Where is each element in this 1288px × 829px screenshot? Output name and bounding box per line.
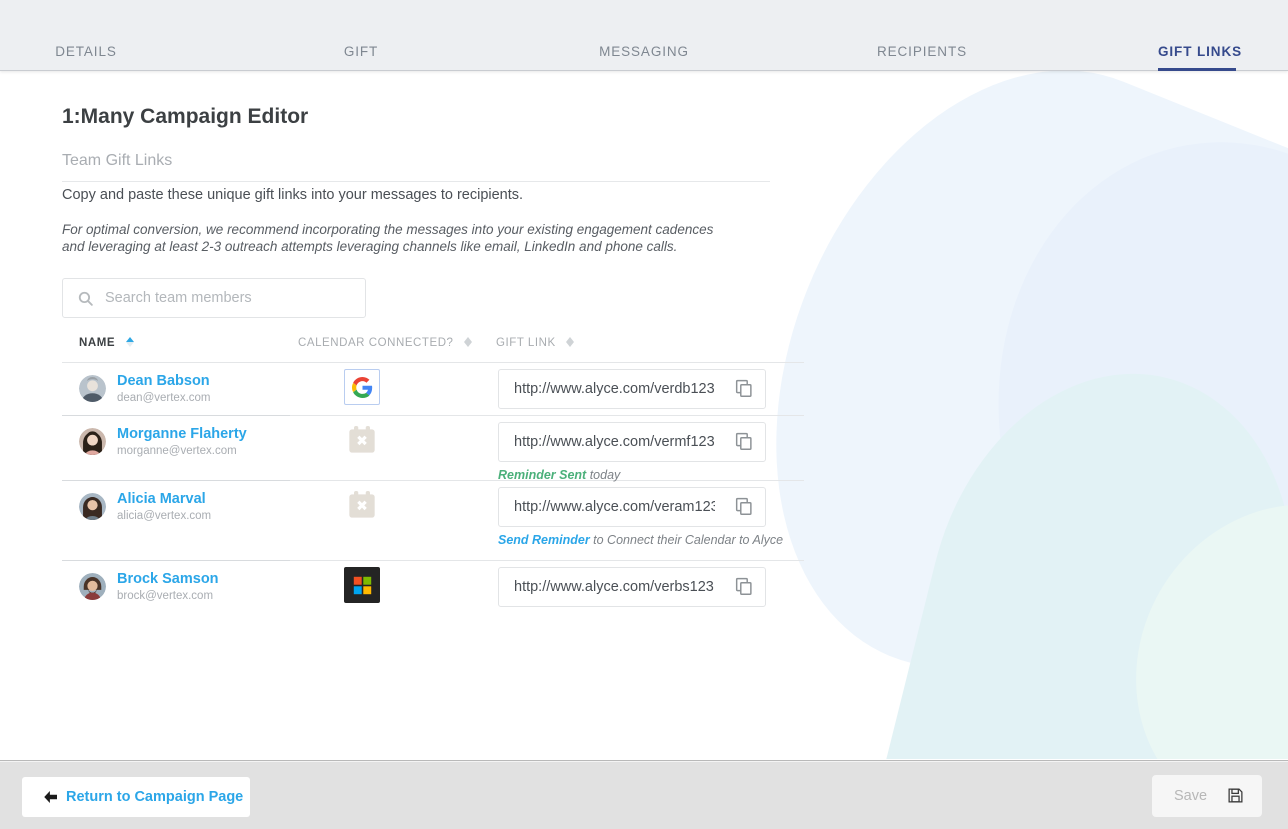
table-row: Dean Babson dean@vertex.com [62, 363, 804, 416]
tab-gift[interactable]: GIFT [305, 33, 417, 71]
campaign-editor-tabs: DETAILS GIFT MESSAGING RECIPIENTS GIFT L… [0, 0, 1288, 71]
tab-messaging[interactable]: MESSAGING [586, 33, 702, 71]
gift-link-input[interactable] [512, 568, 717, 606]
save-button[interactable]: Save [1152, 775, 1262, 817]
section-title: Team Gift Links [62, 152, 770, 182]
save-button-label: Save [1174, 788, 1208, 804]
page-title: 1:Many Campaign Editor [62, 105, 309, 128]
copy-link-icon[interactable] [733, 495, 759, 521]
gift-link-input[interactable] [512, 488, 717, 526]
person-email: morganne@vertex.com [117, 445, 237, 457]
reminder-status: Reminder Sent today [498, 468, 620, 482]
gift-link-cell[interactable] [498, 422, 766, 462]
person-name-link[interactable]: Morganne Flaherty [117, 426, 247, 442]
search-icon [77, 290, 94, 307]
top-tab-bar: DETAILS GIFT MESSAGING RECIPIENTS GIFT L… [0, 0, 1288, 71]
send-reminder-link[interactable]: Send Reminder [498, 533, 590, 547]
table-header-row: NAME CALENDAR CONNECTED? GIFT LINK [62, 336, 804, 363]
sort-arrows-icon[interactable] [464, 336, 473, 348]
search-input[interactable] [103, 279, 358, 317]
person-email: dean@vertex.com [117, 392, 211, 404]
avatar [79, 493, 106, 520]
tab-recipients[interactable]: RECIPIENTS [862, 33, 982, 71]
person-name-link[interactable]: Dean Babson [117, 373, 210, 389]
person-email: brock@vertex.com [117, 590, 214, 602]
reminder-status-action: Reminder Sent [498, 468, 587, 482]
search-box[interactable] [62, 278, 366, 318]
tab-details[interactable]: DETAILS [26, 33, 146, 71]
column-header-name[interactable]: NAME [79, 336, 135, 349]
person-name-link[interactable]: Brock Samson [117, 571, 219, 587]
column-header-name-label: NAME [79, 337, 116, 349]
microsoft-calendar-icon [344, 567, 380, 603]
column-header-calendar-connected[interactable]: CALENDAR CONNECTED? [298, 336, 473, 349]
google-calendar-icon [344, 369, 380, 405]
column-header-gift-link-label: GIFT LINK [496, 337, 556, 349]
page-body: 1:Many Campaign Editor Team Gift Links C… [0, 71, 1288, 759]
reminder-status-rest: to Connect their Calendar to Alyce [589, 533, 784, 547]
calendar-status-cell [344, 487, 380, 523]
arrow-left-icon [42, 788, 60, 806]
sort-arrows-icon[interactable] [125, 336, 135, 348]
team-gift-links-table: NAME CALENDAR CONNECTED? GIFT LINK Dean … [62, 336, 804, 616]
gift-link-cell[interactable] [498, 369, 766, 409]
return-to-campaign-page-label: Return to Campaign Page [66, 789, 244, 805]
calendar-not-connected-icon [344, 422, 380, 458]
reminder-status: Send Reminder to Connect their Calendar … [498, 533, 783, 547]
floppy-disk-icon [1227, 787, 1244, 804]
footer-bar: Return to Campaign Page Save [0, 760, 1288, 829]
calendar-status-cell [344, 369, 380, 405]
gift-link-input[interactable] [512, 423, 717, 461]
calendar-status-cell [344, 567, 380, 603]
table-row: Brock Samson brock@vertex.com [62, 561, 804, 616]
calendar-not-connected-icon [344, 487, 380, 523]
gift-link-cell[interactable] [498, 567, 766, 607]
copy-link-icon[interactable] [733, 575, 759, 601]
copy-link-icon[interactable] [733, 377, 759, 403]
reminder-status-rest: today [586, 468, 621, 482]
tab-gift-links[interactable]: GIFT LINKS [1158, 33, 1241, 71]
recommendation-note: For optimal conversion, we recommend inc… [62, 222, 714, 255]
table-row: Alicia Marval alicia@vertex.com http://w… [62, 481, 804, 561]
return-to-campaign-page-button[interactable]: Return to Campaign Page [22, 777, 250, 817]
column-header-gift-link[interactable]: GIFT LINK [496, 336, 575, 349]
gift-link-input[interactable] [512, 370, 717, 408]
avatar [79, 375, 106, 402]
avatar [79, 573, 106, 600]
gift-link-cell[interactable] [498, 487, 766, 527]
copy-link-icon[interactable] [733, 430, 759, 456]
column-header-calendar-label: CALENDAR CONNECTED? [298, 337, 454, 349]
avatar [79, 428, 106, 455]
table-row: Morganne Flaherty morganne@vertex.com ht… [62, 416, 804, 482]
sort-arrows-icon[interactable] [566, 336, 575, 348]
intro-text: Copy and paste these unique gift links i… [62, 187, 524, 203]
person-email: alicia@vertex.com [117, 510, 212, 522]
page-content: 1:Many Campaign Editor Team Gift Links C… [0, 71, 1288, 759]
calendar-status-cell [344, 422, 380, 458]
person-name-link[interactable]: Alicia Marval [117, 491, 206, 507]
